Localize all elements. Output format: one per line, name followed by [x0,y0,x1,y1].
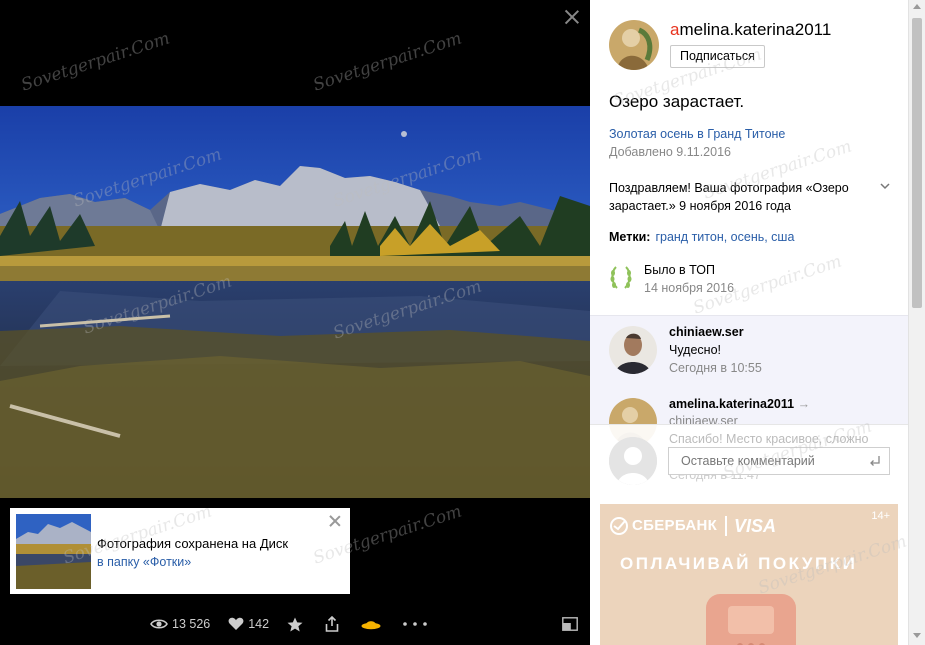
ad-bank-name: СБЕРБАНК [632,517,718,534]
ad-slogan: ОПЛАЧИВАЙ ПОКУПКИ [620,554,858,573]
disk-button[interactable] [361,618,385,630]
comment-text: Спасибо! Место красивое, сложно [669,432,869,446]
comment-input[interactable] [668,447,890,475]
comment-author-name[interactable]: amelina.katerina2011 [669,397,794,411]
laurel-wreath-icon [610,266,632,289]
comment-author: amelina.katerina2011 → [669,397,810,411]
fullscreen-icon[interactable] [562,617,578,631]
share-button[interactable] [325,616,343,632]
panel-scrollbar[interactable] [908,0,925,645]
tags-label: Метки: [609,230,651,244]
main-photo[interactable] [0,106,590,498]
ad-banner[interactable]: СБЕРБАНК VISA 14+ ОПЛАЧИВАЙ ПОКУПКИ [600,504,898,645]
views-counter: 13 526 [150,617,210,631]
top-label: Было в ТОП [644,263,715,277]
ad-visa-logo: VISA [734,516,777,536]
tags-list[interactable]: гранд титон, осень, сша [655,230,794,244]
favorite-button[interactable] [287,617,307,632]
likes-count: 142 [248,617,270,631]
share-icon [325,616,339,632]
scrollbar-thumb[interactable] [912,18,922,308]
added-date: Добавлено 9.11.2016 [609,145,731,159]
photo-info-panel: amelina.katerina2011 Подписаться Озеро з… [590,0,908,645]
scroll-down-arrow-icon[interactable] [913,633,921,638]
congrats-message: Поздравляем! Ваша фотография «Озеро зара… [609,181,849,213]
payment-terminal-image [706,594,796,645]
disk-saucer-icon [361,621,381,630]
photo-toolbar: 13 526 142 [150,612,449,636]
scroll-up-arrow-icon[interactable] [913,4,921,9]
reply-arrow-icon: → [797,397,811,411]
toast-title: Фотография сохранена на Диск [97,536,289,551]
close-icon[interactable] [563,8,581,26]
toast-thumbnail[interactable] [16,514,91,589]
author-name[interactable]: amelina.katerina2011 [670,20,831,40]
photo-title: Озеро зарастает. [609,92,745,111]
tags-row: Метки: гранд титон, осень, сша [609,230,794,244]
ad-age-rating: 14+ [871,510,890,522]
album-link[interactable]: Золотая осень в Гранд Титоне [609,127,785,141]
commenter-avatar[interactable] [609,326,657,374]
more-dots-icon [403,622,427,626]
comments-list: chiniaew.ser Чудесно! Сегодня в 10:55 am… [590,315,908,446]
enter-icon[interactable] [869,455,881,467]
photo-viewer: Фотография сохранена на Диск в папку «Фо… [0,0,590,645]
toast-close-icon[interactable] [328,514,342,528]
user-avatar-placeholder [609,437,657,485]
views-count: 13 526 [172,617,211,631]
like-button[interactable]: 142 [228,617,269,631]
sberbank-logo-icon [610,517,628,535]
photo-viewer-page: Фотография сохранена на Диск в папку «Фо… [0,0,925,645]
comment-time: Сегодня в 10:55 [669,361,762,375]
saved-toast: Фотография сохранена на Диск в папку «Фо… [10,508,350,594]
star-icon [287,617,303,631]
heart-icon [228,617,244,630]
comment-text: Чудесно! [669,343,721,357]
subscribe-button[interactable]: Подписаться [670,45,765,68]
more-button[interactable] [403,622,431,626]
toast-folder-link[interactable]: в папку «Фотки» [97,555,191,569]
top-date: 14 ноября 2016 [644,281,735,295]
eye-icon [150,619,168,629]
comment-author[interactable]: chiniaew.ser [669,325,744,339]
comment-form: Спасибо! Место красивое, сложно Сегодня … [590,424,908,494]
author-name-rest: melina.katerina2011 [679,20,832,39]
chevron-down-icon[interactable] [880,182,890,190]
ad-separator [725,516,727,536]
author-avatar[interactable] [609,20,659,70]
